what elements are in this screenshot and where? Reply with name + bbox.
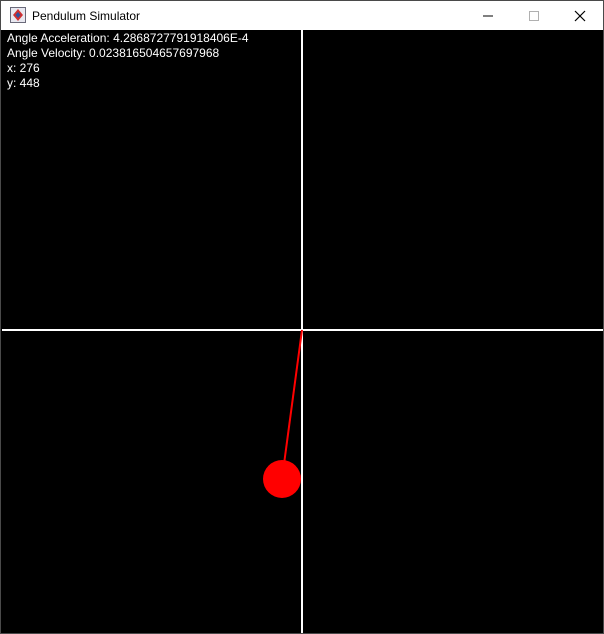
simulation-canvas[interactable]: Angle Acceleration: 4.2868727791918406E-… [2, 30, 603, 633]
close-icon [574, 10, 586, 21]
y-readout: y: 448 [7, 76, 40, 90]
x-readout: x: 276 [7, 61, 40, 75]
pendulum-window: Pendulum Simulator Angle Acceleration: 4… [0, 0, 604, 634]
maximize-button[interactable] [511, 1, 557, 30]
angle-acceleration-readout: Angle Acceleration: 4.2868727791918406E-… [7, 31, 249, 45]
angle-velocity-readout: Angle Velocity: 0.023816504657697968 [7, 46, 220, 60]
maximize-icon [529, 10, 539, 21]
minimize-icon [483, 15, 493, 16]
window-title: Pendulum Simulator [32, 9, 141, 23]
pendulum-rod [281, 329, 303, 480]
title-bar[interactable]: Pendulum Simulator [1, 1, 603, 30]
pendulum-drawing [2, 30, 603, 633]
readout-panel: Angle Acceleration: 4.2868727791918406E-… [7, 31, 249, 91]
close-button[interactable] [557, 1, 603, 30]
minimize-button[interactable] [465, 1, 511, 30]
java-app-icon [10, 7, 26, 23]
pendulum-bob [263, 460, 301, 498]
